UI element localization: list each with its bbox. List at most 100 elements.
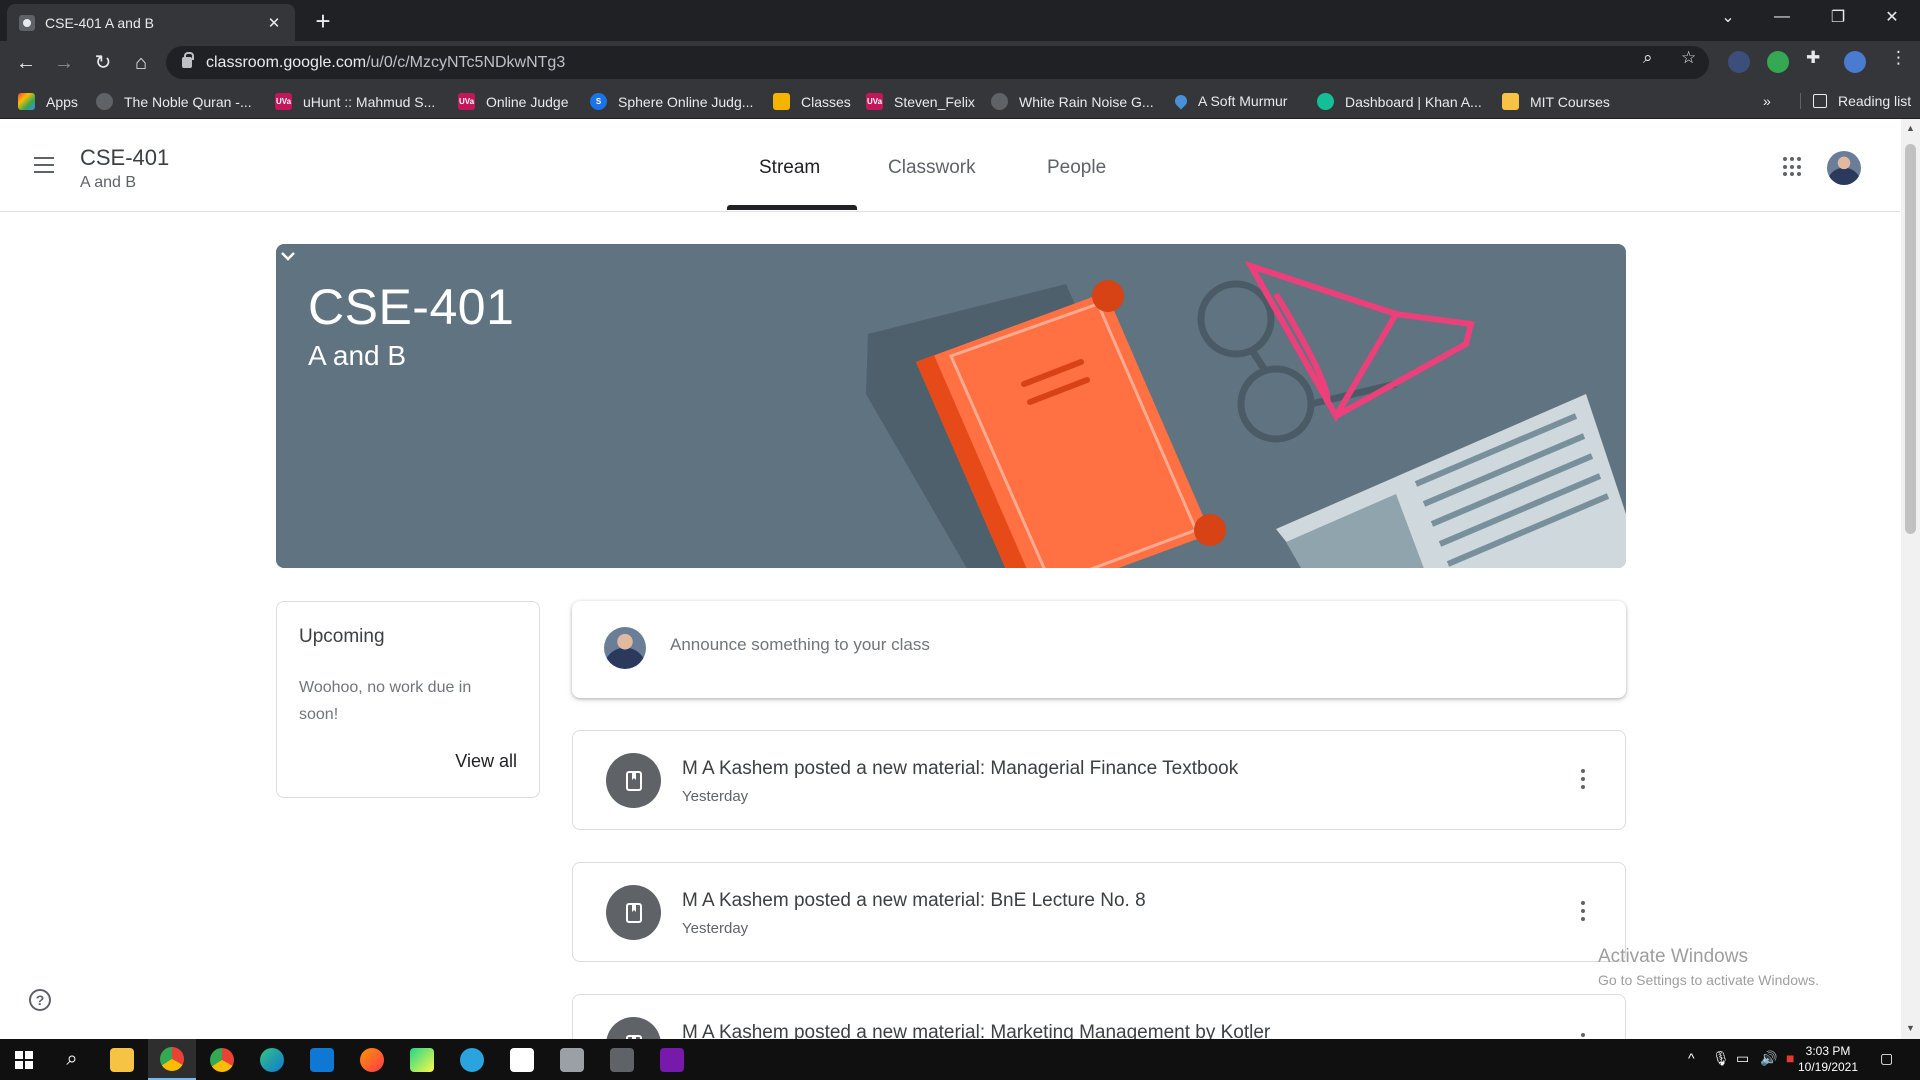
bookmark-noble-quran[interactable]: The Noble Quran -...	[96, 93, 252, 110]
windows-start-icon[interactable]	[0, 1039, 48, 1080]
active-tab-indicator	[727, 205, 857, 210]
back-arrow-icon[interactable]: ←	[12, 49, 40, 77]
bookmark-white-rain[interactable]: White Rain Noise G...	[991, 93, 1154, 110]
browser-tab-strip: CSE-401 A and B ✕ + ⌄ — ❐ ✕	[0, 0, 1920, 41]
bookmark-apps[interactable]: Apps	[18, 93, 78, 110]
google-apps-icon[interactable]	[1783, 157, 1803, 177]
more-options-icon[interactable]	[1581, 901, 1585, 921]
classroom-header: CSE-401 A and B Stream Classwork People	[0, 119, 1900, 212]
reading-list-button[interactable]: Reading list	[1800, 93, 1911, 109]
tab-close-icon[interactable]: ✕	[265, 14, 283, 32]
tab-people[interactable]: People	[1047, 157, 1106, 179]
scroll-down-arrow-icon[interactable]: ▼	[1906, 1023, 1915, 1033]
edge-icon[interactable]	[248, 1039, 296, 1080]
account-avatar[interactable]	[1827, 151, 1861, 185]
notifications-icon[interactable]: ▢	[1880, 1050, 1893, 1067]
banner-title: CSE-401	[308, 279, 515, 335]
bookmark-mit-courses[interactable]: MIT Courses	[1502, 93, 1610, 110]
scroll-up-arrow-icon[interactable]: ▲	[1906, 123, 1915, 133]
restore-button[interactable]: ❐	[1810, 0, 1866, 34]
chrome-icon[interactable]	[148, 1039, 196, 1080]
home-icon[interactable]: ⌂	[127, 49, 155, 77]
vscode-icon[interactable]	[298, 1039, 346, 1080]
pycharm-icon[interactable]	[398, 1039, 446, 1080]
stream-post[interactable]: M A Kashem posted a new material: Market…	[572, 994, 1626, 1039]
network-icon[interactable]: ▭	[1736, 1050, 1749, 1067]
address-bar[interactable]: classroom.google.com/u/0/c/MzcyNTc5NDkwN…	[166, 46, 1709, 79]
help-icon[interactable]: ?	[29, 989, 51, 1011]
more-options-icon[interactable]	[1581, 769, 1585, 789]
tab-classwork[interactable]: Classwork	[888, 157, 976, 179]
view-all-link[interactable]: View all	[455, 751, 517, 772]
post-time: Yesterday	[682, 920, 749, 937]
chevron-down-icon[interactable]	[276, 244, 300, 268]
app-icon[interactable]	[548, 1039, 596, 1080]
droplet-icon	[1172, 92, 1190, 110]
post-title: M A Kashem posted a new material: Manage…	[682, 758, 1239, 779]
reload-icon[interactable]: ↻	[89, 49, 117, 77]
notion-icon[interactable]	[498, 1039, 546, 1080]
chrome-menu-icon[interactable]: ⋮	[1890, 48, 1907, 68]
extension-plus-icon[interactable]	[1767, 51, 1789, 73]
bookmark-khan-academy[interactable]: Dashboard | Khan A...	[1317, 93, 1482, 110]
chrome-alt-icon[interactable]	[198, 1039, 246, 1080]
upcoming-card: Upcoming Woohoo, no work due in soon! Vi…	[276, 601, 540, 798]
khan-icon	[1317, 93, 1334, 110]
newspaper-illustration	[1276, 394, 1626, 568]
folder-icon	[1502, 93, 1519, 110]
main-menu-icon[interactable]	[34, 157, 54, 173]
announce-box[interactable]: Announce something to your class	[572, 601, 1626, 698]
material-icon	[606, 1017, 661, 1039]
class-banner: CSE-401 A and B	[276, 244, 1626, 568]
uva-icon: UVa	[866, 93, 883, 110]
header-course-section: A and B	[80, 174, 137, 191]
window-close-button[interactable]: ✕	[1864, 0, 1920, 34]
new-tab-button[interactable]: +	[309, 8, 337, 36]
bookmark-classes[interactable]: Classes	[773, 93, 851, 110]
tray-overflow-icon[interactable]: ^	[1688, 1050, 1695, 1066]
bookmarks-overflow-button[interactable]: »	[1763, 93, 1771, 109]
calculator-icon[interactable]	[598, 1039, 646, 1080]
browser-tab[interactable]: CSE-401 A and B ✕	[7, 4, 295, 41]
post-title: M A Kashem posted a new material: BnE Le…	[682, 890, 1146, 911]
scroll-thumb[interactable]	[1905, 144, 1916, 534]
header-course-title[interactable]: CSE-401	[80, 145, 169, 171]
windows-taskbar: ⌕ ^ 🎙 ▭ 🔊 ■ 3:03 PM 10/19/2021 ▢	[0, 1039, 1920, 1080]
tab-stream[interactable]: Stream	[759, 157, 820, 179]
bookmark-spoj[interactable]: S Sphere Online Judg...	[590, 93, 753, 110]
stream-post[interactable]: M A Kashem posted a new material: BnE Le…	[572, 862, 1626, 962]
telegram-icon[interactable]	[448, 1039, 496, 1080]
minimize-button[interactable]: —	[1754, 0, 1810, 34]
page-scrollbar[interactable]: ▲ ▼	[1901, 119, 1920, 1039]
upcoming-title: Upcoming	[299, 626, 385, 647]
stream-post[interactable]: M A Kashem posted a new material: Manage…	[572, 730, 1626, 830]
user-avatar	[604, 627, 646, 669]
announce-placeholder[interactable]: Announce something to your class	[670, 635, 930, 655]
extension-icon[interactable]	[1728, 51, 1750, 73]
zoom-icon[interactable]: ⌕	[1643, 48, 1653, 68]
forward-arrow-icon[interactable]: →	[50, 49, 78, 77]
system-clock[interactable]: 3:03 PM 10/19/2021	[1788, 1043, 1868, 1075]
bookmark-soft-murmur[interactable]: A Soft Murmur	[1172, 92, 1287, 110]
uva-icon: UVa	[275, 93, 292, 110]
material-icon	[606, 753, 661, 808]
noise-icon	[991, 93, 1008, 110]
upcoming-message: Woohoo, no work due in soon!	[299, 679, 472, 723]
browser-toolbar: ← → ↻ ⌂ classroom.google.com/u/0/c/MzcyN…	[0, 41, 1920, 84]
bookmark-star-icon[interactable]: ☆	[1681, 48, 1696, 68]
bookmarks-bar: Apps The Noble Quran -... UVa uHunt :: M…	[0, 84, 1920, 119]
file-explorer-icon[interactable]	[98, 1039, 146, 1080]
profile-icon[interactable]	[1844, 51, 1866, 73]
bookmark-uhunt[interactable]: UVa uHunt :: Mahmud S...	[275, 93, 435, 110]
search-icon[interactable]: ⌕	[48, 1039, 96, 1080]
bookmark-steven-felix[interactable]: UVa Steven_Felix	[866, 93, 975, 110]
tab-title: CSE-401 A and B	[45, 14, 154, 31]
volume-icon[interactable]: 🔊	[1760, 1050, 1777, 1067]
material-icon	[606, 885, 661, 940]
puzzle-extensions-icon[interactable]: ✚	[1806, 48, 1820, 68]
tab-search-icon[interactable]: ⌄	[1700, 0, 1756, 34]
bookmark-online-judge[interactable]: UVa Online Judge	[458, 93, 569, 110]
firefox-icon[interactable]	[348, 1039, 396, 1080]
microphone-icon[interactable]: 🎙	[1712, 1050, 1730, 1067]
onenote-icon[interactable]	[648, 1039, 696, 1080]
